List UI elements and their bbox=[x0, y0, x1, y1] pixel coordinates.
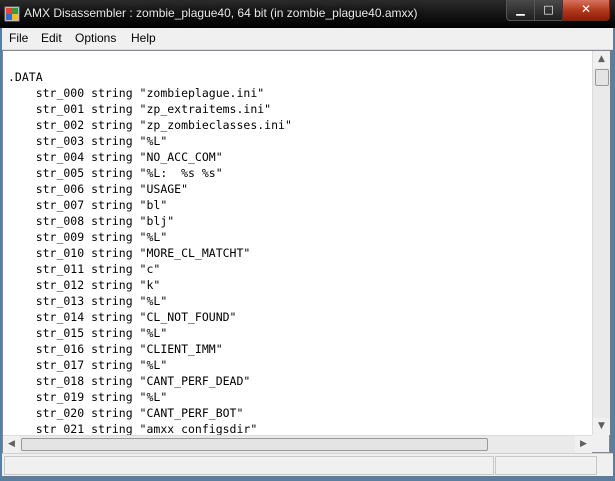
code-line: str_005 string "%L: %s %s" bbox=[8, 166, 223, 180]
code-line: str_014 string "CL_NOT_FOUND" bbox=[8, 310, 237, 324]
code-line: str_010 string "MORE_CL_MATCHT" bbox=[8, 246, 251, 260]
code-line: str_007 string "bl" bbox=[8, 198, 168, 212]
code-line: str_001 string "zp_extraitems.ini" bbox=[8, 102, 272, 116]
scroll-left-icon[interactable]: ◀ bbox=[3, 436, 20, 453]
code-line: str_020 string "CANT_PERF_BOT" bbox=[8, 406, 244, 420]
code-line: str_012 string "k" bbox=[8, 278, 161, 292]
code-line: .DATA bbox=[8, 70, 43, 84]
code-line: str_009 string "%L" bbox=[8, 230, 168, 244]
code-line: str_019 string "%L" bbox=[8, 390, 168, 404]
code-line: str_008 string "blj" bbox=[8, 214, 175, 228]
horizontal-scrollbar[interactable]: ◀ ▶ bbox=[3, 435, 592, 453]
maximize-button[interactable]: □ bbox=[534, 0, 563, 21]
code-listing[interactable]: .DATA str_000 string "zombieplague.ini" … bbox=[8, 69, 292, 437]
status-panel-main bbox=[4, 456, 494, 475]
vertical-scrollbar[interactable]: ▲ ▼ bbox=[592, 51, 610, 435]
code-line: str_006 string "USAGE" bbox=[8, 182, 189, 196]
code-line: str_017 string "%L" bbox=[8, 358, 168, 372]
menu-file[interactable]: File bbox=[9, 31, 28, 45]
code-line: str_016 string "CLIENT_IMM" bbox=[8, 342, 223, 356]
scrollbar-corner bbox=[592, 435, 609, 452]
title-bar[interactable]: AMX Disassembler : zombie_plague40, 64 b… bbox=[0, 0, 615, 28]
code-editor[interactable]: .DATA str_000 string "zombieplague.ini" … bbox=[2, 50, 610, 453]
vertical-scroll-thumb[interactable] bbox=[595, 69, 609, 86]
disassembler-window: AMX Disassembler : zombie_plague40, 64 b… bbox=[0, 0, 615, 481]
code-line: str_018 string "CANT_PERF_DEAD" bbox=[8, 374, 251, 388]
menu-edit[interactable]: Edit bbox=[41, 31, 62, 45]
scroll-down-icon[interactable]: ▼ bbox=[593, 418, 610, 435]
horizontal-scroll-thumb[interactable] bbox=[21, 438, 488, 451]
code-line: str_002 string "zp_zombieclasses.ini" bbox=[8, 118, 292, 132]
code-line: str_004 string "NO_ACC_COM" bbox=[8, 150, 223, 164]
app-icon[interactable] bbox=[4, 6, 20, 22]
menu-options[interactable]: Options bbox=[75, 31, 116, 45]
code-line: str_013 string "%L" bbox=[8, 294, 168, 308]
status-bar bbox=[2, 453, 613, 476]
menu-help[interactable]: Help bbox=[131, 31, 156, 45]
window-title: AMX Disassembler : zombie_plague40, 64 b… bbox=[24, 6, 418, 20]
scroll-right-icon[interactable]: ▶ bbox=[575, 436, 592, 453]
code-line: str_000 string "zombieplague.ini" bbox=[8, 86, 265, 100]
minimize-button[interactable]: ▁ bbox=[506, 0, 535, 21]
code-line: str_003 string "%L" bbox=[8, 134, 168, 148]
close-button[interactable]: ✕ bbox=[562, 0, 610, 21]
menu-bar: File Edit Options Help bbox=[2, 28, 613, 50]
code-line: str_015 string "%L" bbox=[8, 326, 168, 340]
code-line: str_011 string "c" bbox=[8, 262, 161, 276]
scroll-up-icon[interactable]: ▲ bbox=[593, 51, 610, 68]
status-panel-secondary bbox=[495, 456, 597, 475]
